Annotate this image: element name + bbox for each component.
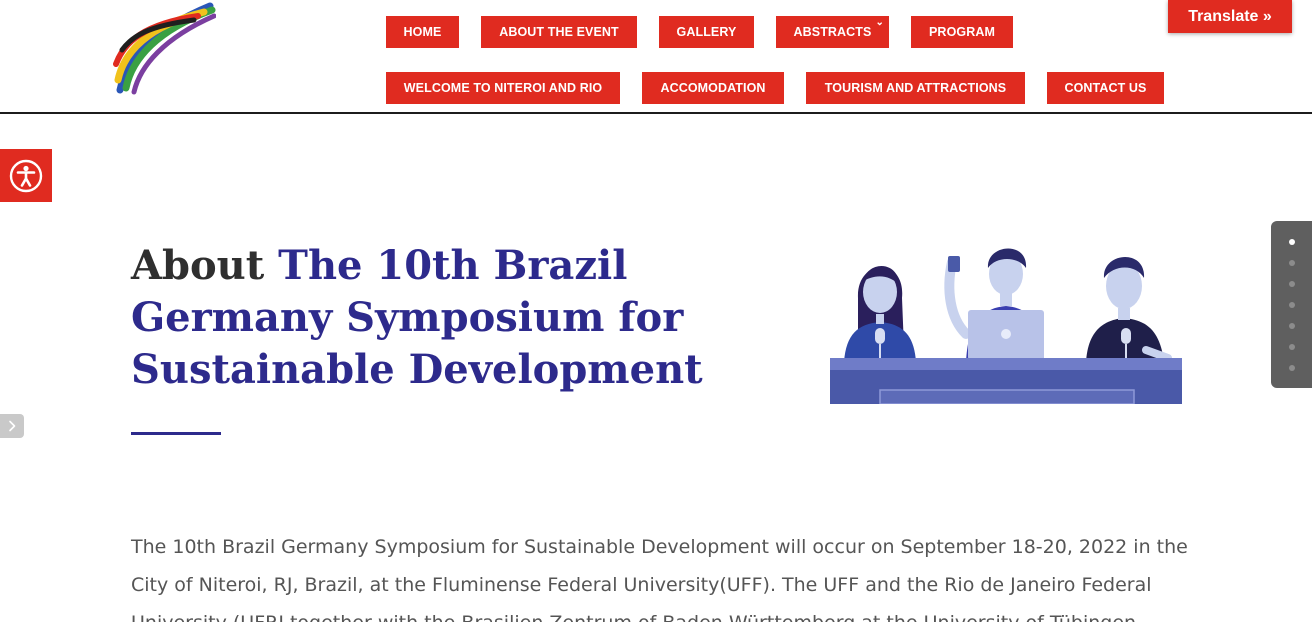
translate-button[interactable]: Translate » [1168,0,1292,33]
panel-discussion-illustration [830,248,1182,404]
accessibility-button[interactable] [0,149,52,202]
page-title: About The 10th Brazil Germany Symposium … [131,240,791,396]
nav-program-label: PROGRAM [929,25,995,39]
page-title-prefix: About [131,242,279,289]
chevron-right-icon [9,420,16,432]
nav-accomodation-label: ACCOMODATION [660,81,766,95]
section-dot-nav [1271,221,1312,388]
nav-tourism-label: TOURISM AND ATTRACTIONS [824,81,1007,95]
nav-abstracts-label: ABSTRACTS [793,25,872,39]
sidebar-toggle-button[interactable] [0,414,24,438]
nav-home-label: HOME [403,25,442,39]
nav-home[interactable]: HOME [386,16,459,48]
section-dot[interactable] [1289,281,1295,287]
nav-contact-label: CONTACT US [1064,81,1147,95]
heading-divider [131,432,221,435]
section-dot[interactable] [1289,239,1295,245]
nav-welcome-label: WELCOME TO NITEROI AND RIO [403,81,603,95]
nav-about-label: ABOUT THE EVENT [499,25,619,39]
section-dot[interactable] [1289,260,1295,266]
nav-accomodation[interactable]: ACCOMODATION [642,72,784,104]
nav-about-the-event[interactable]: ABOUT THE EVENT [481,16,637,48]
nav-tourism-attractions[interactable]: TOURISM AND ATTRACTIONS [806,72,1025,104]
section-dot[interactable] [1289,344,1295,350]
translate-label: Translate » [1188,7,1272,25]
nav-program[interactable]: PROGRAM [911,16,1013,48]
site-header: HOME ABOUT THE EVENT GALLERY ABSTRACTS ⌄ … [0,0,1312,114]
accessibility-icon [9,159,43,192]
nav-gallery[interactable]: GALLERY [659,16,754,48]
nav-contact-us[interactable]: CONTACT US [1047,72,1164,104]
section-dot[interactable] [1289,365,1295,371]
intro-paragraph: The 10th Brazil Germany Symposium for Su… [131,536,1188,622]
nav-welcome-niteroi-rio[interactable]: WELCOME TO NITEROI AND RIO [386,72,620,104]
section-dot[interactable] [1289,323,1295,329]
nav-abstracts[interactable]: ABSTRACTS ⌄ [776,16,889,48]
section-dot[interactable] [1289,302,1295,308]
chevron-down-icon: ⌄ [875,17,884,28]
nav-gallery-label: GALLERY [676,25,737,39]
symposium-logo[interactable] [112,0,216,96]
